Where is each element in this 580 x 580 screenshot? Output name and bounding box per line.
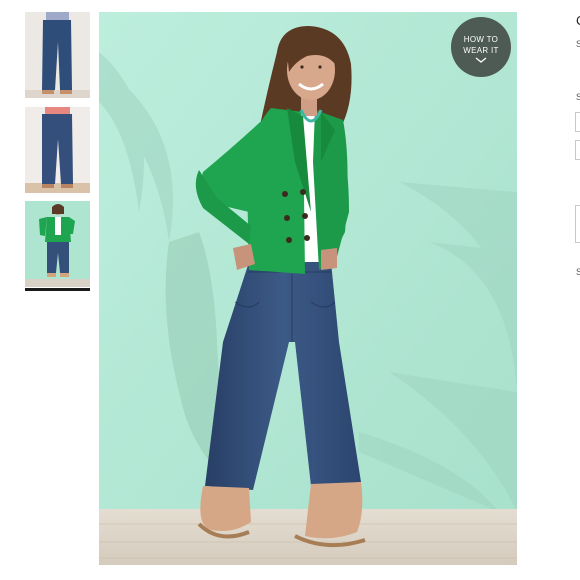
thumbnail-outfit-full[interactable] bbox=[25, 201, 90, 287]
thumbnail-jeans-back[interactable] bbox=[25, 107, 90, 193]
size-label: S bbox=[576, 92, 580, 102]
quantity-field[interactable] bbox=[575, 205, 580, 243]
size-option[interactable] bbox=[575, 140, 580, 160]
size-option[interactable] bbox=[575, 112, 580, 132]
how-to-wear-line2: WEAR IT bbox=[463, 46, 499, 55]
product-subtitle: S bbox=[576, 39, 580, 49]
main-product-image[interactable] bbox=[99, 12, 517, 565]
how-to-wear-button[interactable]: HOW TO WEAR IT bbox=[451, 17, 511, 77]
chevron-down-icon bbox=[475, 57, 487, 63]
selected-thumbnail-indicator bbox=[25, 288, 90, 291]
product-title: C bbox=[576, 14, 580, 27]
shipping-note: S bbox=[576, 267, 580, 277]
how-to-wear-line1: HOW TO bbox=[463, 35, 499, 44]
product-page: HOW TO WEAR IT C S S S bbox=[0, 0, 580, 580]
thumbnail-jeans-front[interactable] bbox=[25, 12, 90, 98]
